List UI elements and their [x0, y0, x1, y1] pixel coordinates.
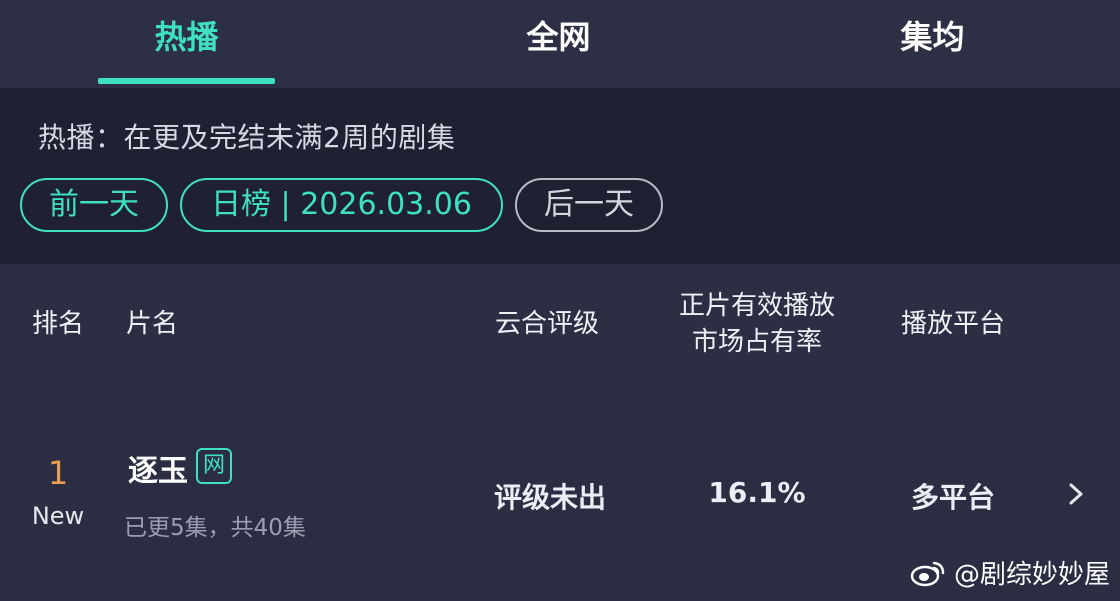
tab-episode-average[interactable]: 集均: [844, 14, 1021, 60]
footer-account-name: @剧综妙妙屋: [953, 560, 1110, 590]
rating-value: 评级未出: [493, 481, 606, 514]
info-panel: 热播：在更及完结未满2周的剧集 前一天 日榜 | 2026.03.06 后一天: [0, 88, 1120, 264]
column-platform: 播放平台: [900, 309, 1005, 339]
ranking-description: 热播：在更及完结未满2周的剧集: [38, 121, 456, 154]
daily-chart-date-button[interactable]: 日榜 | 2026.03.06: [180, 178, 503, 232]
platform-value: 多平台: [910, 481, 995, 514]
episode-progress: 已更5集，共40集: [124, 515, 306, 541]
column-rank: 排名: [31, 309, 84, 339]
rank-number: 1: [47, 454, 69, 492]
table-header: 排名 片名 云合评级 正片有效播放 市场占有率 播放平台: [0, 264, 1120, 386]
column-share-line2: 市场占有率: [691, 327, 822, 357]
column-title: 片名: [125, 309, 178, 339]
weibo-icon: [910, 561, 945, 586]
network-badge: 网: [196, 448, 232, 484]
watermark-footer: @剧综妙妙屋: [910, 554, 1110, 591]
chevron-right-icon[interactable]: [1064, 482, 1088, 506]
new-status-label: New: [31, 502, 85, 530]
tab-all-network[interactable]: 全网: [470, 14, 647, 60]
column-rating: 云合评级: [494, 309, 599, 339]
market-share-value: 16.1%: [708, 476, 806, 509]
tab-hot[interactable]: 热播: [98, 14, 275, 60]
next-day-button[interactable]: 后一天: [515, 178, 663, 232]
top-tab-bar: 热播 全网 集均: [0, 0, 1120, 88]
previous-day-button[interactable]: 前一天: [20, 178, 168, 232]
active-tab-indicator: [98, 78, 275, 84]
drama-title: 逐玉: [128, 454, 188, 489]
column-share-line1: 正片有效播放: [678, 291, 835, 321]
